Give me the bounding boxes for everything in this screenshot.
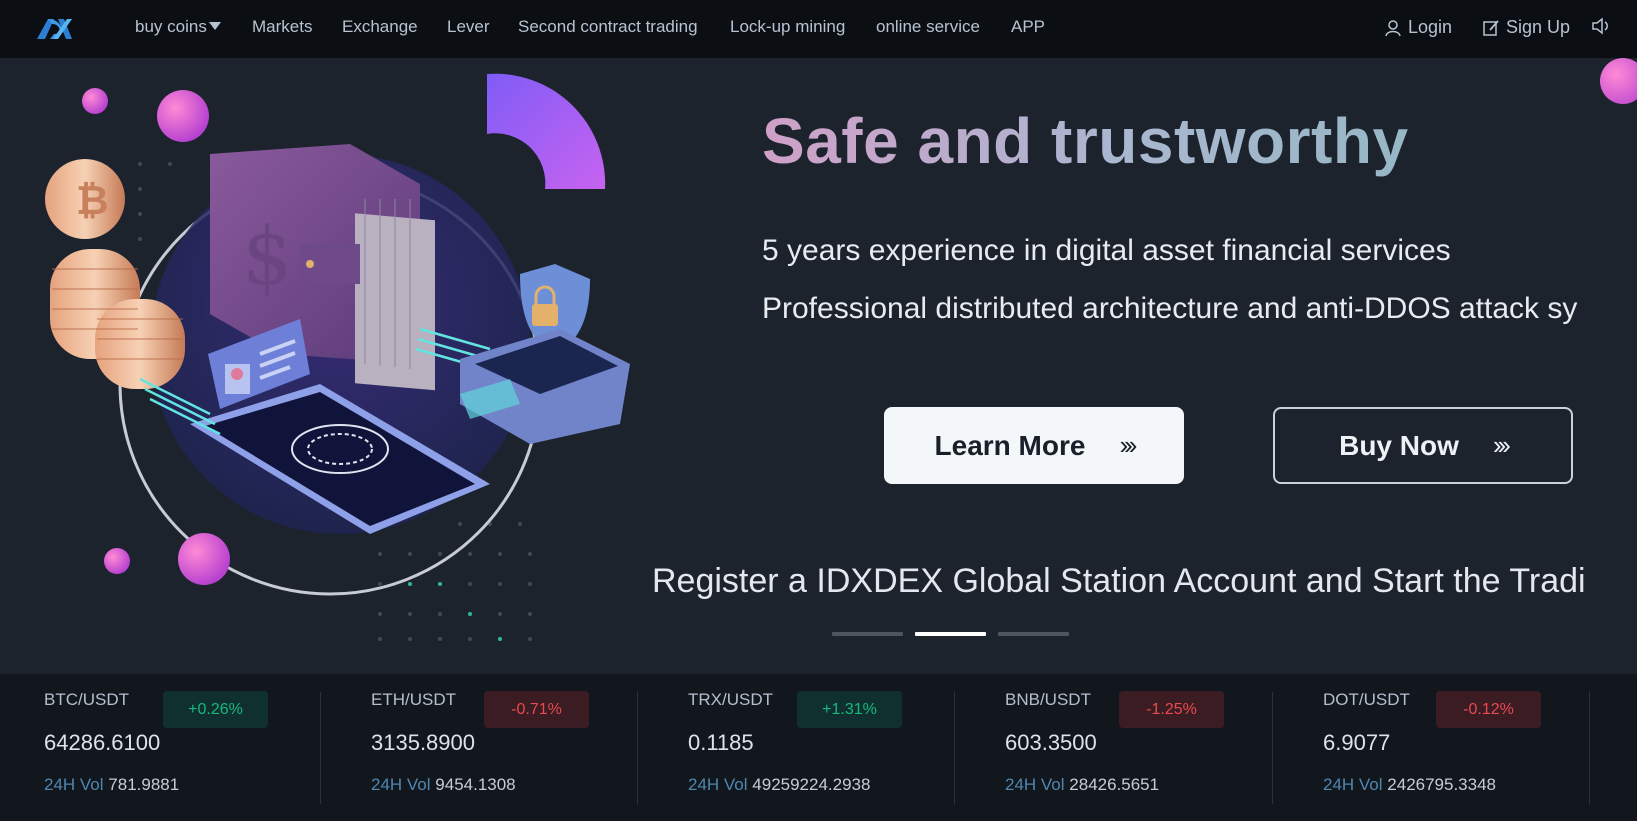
signup-label: Sign Up: [1506, 17, 1571, 37]
hero-banner: ₿ $ Safe and trustworthy 5 years experie…: [0, 58, 1637, 674]
ticker-item[interactable]: BNB/USDT -1.25% 603.3500 24H Vol 28426.5…: [1005, 674, 1323, 821]
edit-icon: [1483, 19, 1499, 36]
login-label: Login: [1408, 17, 1453, 37]
pair-name: BNB/USDT: [1005, 690, 1091, 709]
volume-label: 24H Vol: [371, 775, 431, 794]
pair-name: ETH/USDT: [371, 690, 456, 709]
signup-link[interactable]: Sign Up: [1482, 17, 1570, 38]
logo[interactable]: [34, 14, 74, 44]
pink-ball-decoration: [1600, 58, 1637, 104]
nav-app[interactable]: APP: [1011, 17, 1045, 37]
volume: 24H Vol 781.9881: [44, 775, 179, 795]
nav-lock-up-mining[interactable]: Lock-up mining: [730, 17, 845, 37]
last-price: 64286.6100: [44, 730, 161, 755]
volume: 24H Vol 28426.5651: [1005, 775, 1159, 795]
volume-value: 9454.1308: [435, 775, 516, 794]
nav-second-contract-trading[interactable]: Second contract trading: [518, 17, 698, 37]
user-icon: [1385, 19, 1401, 36]
svg-text:$: $: [242, 210, 293, 303]
hero-illustration: ₿ $: [45, 73, 630, 641]
hero-subtitle-1: 5 years experience in digital asset fina…: [762, 234, 1451, 267]
top-navbar: buy coins Markets Exchange Lever Second …: [0, 0, 1637, 58]
volume-label: 24H Vol: [1323, 775, 1383, 794]
register-text: Register a IDXDEX Global Station Account…: [652, 562, 1586, 600]
caret-down-icon: [208, 22, 221, 30]
divider: [1589, 692, 1590, 804]
nav-exchange[interactable]: Exchange: [342, 17, 418, 37]
change-badge: +1.31%: [797, 691, 902, 728]
svg-text:₿: ₿: [76, 178, 109, 224]
learn-more-label: Learn More: [934, 429, 1086, 461]
market-ticker: BTC/USDT +0.26% 64286.6100 24H Vol 781.9…: [0, 674, 1637, 821]
volume-value: 49259224.2938: [752, 775, 871, 794]
divider: [320, 692, 321, 804]
pair-name: DOT/USDT: [1323, 690, 1410, 709]
buy-now-label: Buy Now: [1339, 429, 1459, 461]
ticker-item[interactable]: TRX/USDT +1.31% 0.1185 24H Vol 49259224.…: [688, 674, 1006, 821]
carousel-indicators: [832, 632, 1069, 636]
change-badge: -1.25%: [1119, 691, 1224, 728]
volume: 24H Vol 49259224.2938: [688, 775, 870, 795]
last-price: 3135.8900: [371, 730, 475, 755]
arrow-right-icon: ›››: [1119, 430, 1137, 460]
nav-buy-coins[interactable]: buy coins: [135, 17, 221, 37]
volume-label: 24H Vol: [688, 775, 748, 794]
nav-markets[interactable]: Markets: [252, 17, 312, 37]
volume-label: 24H Vol: [1005, 775, 1065, 794]
carousel-dot-active[interactable]: [915, 632, 986, 636]
pair-name: BTC/USDT: [44, 690, 129, 709]
carousel-dot[interactable]: [832, 632, 903, 636]
nav-lever[interactable]: Lever: [447, 17, 490, 37]
volume: 24H Vol 2426795.3348: [1323, 775, 1496, 795]
arrow-right-icon: ›››: [1492, 430, 1511, 460]
ticker-item[interactable]: ETH/USDT -0.71% 3135.8900 24H Vol 9454.1…: [371, 674, 689, 821]
nav-online-service[interactable]: online service: [876, 17, 980, 37]
change-badge: +0.26%: [163, 691, 268, 728]
learn-more-button[interactable]: Learn More ›››: [884, 407, 1184, 484]
carousel-dot[interactable]: [998, 632, 1069, 636]
volume-label: 24H Vol: [44, 775, 104, 794]
change-badge: -0.12%: [1436, 691, 1541, 728]
speaker-icon[interactable]: [1591, 17, 1613, 35]
ticker-item[interactable]: BTC/USDT +0.26% 64286.6100 24H Vol 781.9…: [44, 674, 362, 821]
divider: [954, 692, 955, 804]
hero-subtitle-2: Professional distributed architecture an…: [762, 292, 1578, 325]
last-price: 6.9077: [1323, 730, 1391, 755]
divider: [1272, 692, 1273, 804]
login-link[interactable]: Login: [1384, 17, 1452, 38]
divider: [637, 692, 638, 804]
last-price: 0.1185: [688, 730, 754, 755]
change-badge: -0.71%: [484, 691, 589, 728]
nav-buy-coins-label: buy coins: [135, 17, 207, 36]
volume: 24H Vol 9454.1308: [371, 775, 516, 795]
last-price: 603.3500: [1005, 730, 1097, 755]
volume-value: 28426.5651: [1069, 775, 1160, 794]
pair-name: TRX/USDT: [688, 690, 773, 709]
volume-value: 2426795.3348: [1387, 775, 1497, 794]
buy-now-button[interactable]: Buy Now ›››: [1273, 407, 1573, 484]
volume-value: 781.9881: [108, 775, 180, 794]
hero-title: Safe and trustworthy: [762, 105, 1409, 177]
